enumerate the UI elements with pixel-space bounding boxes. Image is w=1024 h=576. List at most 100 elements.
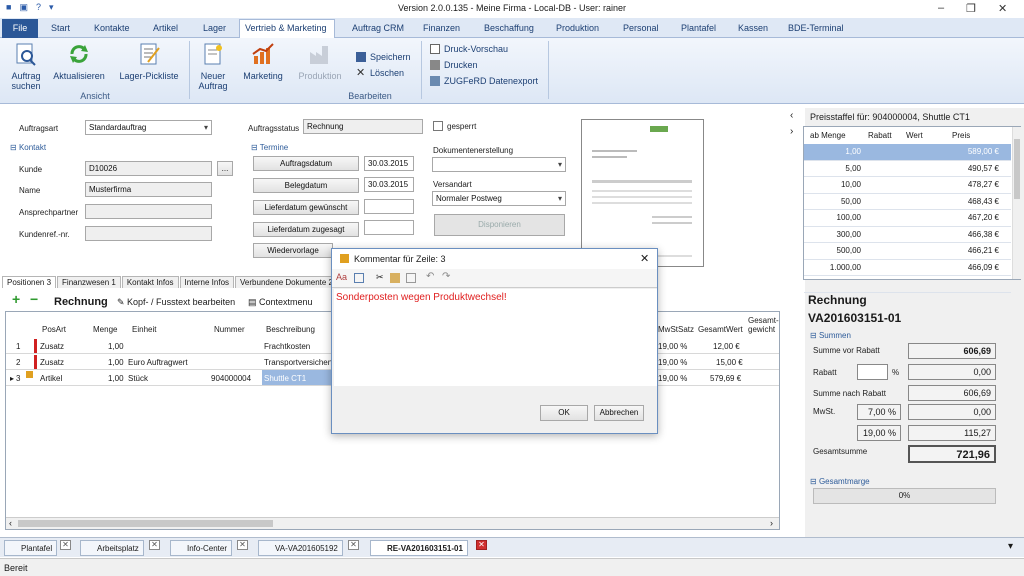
cell-preis[interactable]: 466,21 € <box>968 246 999 255</box>
cell-gesamtwert[interactable]: 12,00 € <box>713 342 740 351</box>
cell-posart[interactable]: Zusatz <box>40 358 64 367</box>
aktualisieren-button[interactable]: Aktualisieren <box>51 42 107 81</box>
cell-ab-menge[interactable]: 1.000,00 <box>830 263 861 272</box>
col-header-nummer[interactable]: Nummer <box>214 325 245 334</box>
close-icon[interactable]: ✕ <box>476 540 487 550</box>
versandart-combo[interactable]: Normaler Postweg ▾ <box>432 191 566 206</box>
menu-vertrieb-marketing[interactable]: Vertrieb & Marketing <box>245 23 327 33</box>
menu-personal[interactable]: Personal <box>623 23 659 33</box>
edit-icon[interactable] <box>354 273 364 283</box>
table-row[interactable] <box>804 276 1011 293</box>
scroll-right-icon[interactable]: › <box>770 518 773 528</box>
table-row[interactable]: 1.000,00 466,09 € <box>804 260 1011 276</box>
speichern-button[interactable]: Speichern <box>356 52 411 62</box>
rabatt-percent-input[interactable] <box>857 364 888 380</box>
expand-right-icon[interactable]: › <box>790 126 793 137</box>
menu-lager[interactable]: Lager <box>203 23 226 33</box>
cut-icon[interactable]: ✂ <box>376 272 384 283</box>
auftrag-suchen-button[interactable]: Auftrag suchen <box>6 42 46 91</box>
paste-icon[interactable] <box>390 273 400 283</box>
undo-icon[interactable]: ↶ <box>426 271 434 282</box>
cell-preis[interactable]: 589,00 € <box>968 147 999 156</box>
ansprechpartner-field[interactable] <box>85 204 212 219</box>
cell-preis[interactable]: 468,43 € <box>968 197 999 206</box>
close-icon[interactable]: ✕ <box>149 540 160 550</box>
tab-menu-icon[interactable]: ▾ <box>1008 541 1013 552</box>
redo-icon[interactable]: ↷ <box>442 271 450 282</box>
disponieren-button[interactable]: Disponieren <box>434 214 565 236</box>
table-row[interactable]: 300,00 466,38 € <box>804 227 1011 243</box>
cell-einheit[interactable]: Euro Auftragwert <box>128 358 188 367</box>
cell-einheit[interactable]: Stück <box>128 374 148 383</box>
gesperrt-checkbox[interactable] <box>433 121 443 131</box>
lager-pickliste-button[interactable]: Lager-Pickliste <box>115 42 183 81</box>
table-row[interactable]: 10,00 478,27 € <box>804 177 1011 194</box>
cell-menge[interactable]: 1,00 <box>108 358 124 367</box>
contextmenu-button[interactable]: ▤ Contextmenu <box>248 297 313 308</box>
comment-textarea[interactable]: Sonderposten wegen Produktwechsel! <box>334 289 657 386</box>
menu-beschaffung[interactable]: Beschaffung <box>484 23 534 33</box>
ok-button[interactable]: OK <box>540 405 588 421</box>
cell-ab-menge[interactable]: 300,00 <box>837 230 861 239</box>
cell-preis[interactable]: 478,27 € <box>968 180 999 189</box>
cell-preis[interactable]: 466,09 € <box>968 263 999 272</box>
col-header-rabatt[interactable]: Rabatt <box>868 131 892 140</box>
collapse-left-icon[interactable]: ‹ <box>790 110 793 121</box>
doc-tab-va[interactable]: VA-VA201605192 <box>258 540 343 556</box>
scroll-left-icon[interactable]: ‹ <box>9 518 12 528</box>
tab-positionen[interactable]: Positionen 3 <box>2 276 57 288</box>
col-header-gesamtgewicht[interactable]: Gesamt-gewicht <box>748 316 780 334</box>
cell-preis[interactable]: 466,38 € <box>968 230 999 239</box>
name-field[interactable]: Musterfirma <box>85 182 212 197</box>
neuer-auftrag-button[interactable]: Neuer Auftrag <box>194 42 232 91</box>
auftragsdatum-field[interactable]: 30.03.2015 <box>364 156 414 171</box>
kunde-field[interactable]: D10026 <box>85 161 212 176</box>
cell-gesamtwert[interactable]: 579,69 € <box>710 374 741 383</box>
col-header-mwstsatz[interactable]: MwStSatz <box>658 325 694 334</box>
col-header-wert[interactable]: Wert <box>906 131 923 140</box>
close-icon[interactable]: ✕ <box>348 540 359 550</box>
menu-produktion[interactable]: Produktion <box>556 23 599 33</box>
add-row-icon[interactable]: + <box>12 292 20 306</box>
col-header-beschreibung[interactable]: Beschreibung <box>266 325 315 334</box>
menu-auftrag-crm[interactable]: Auftrag CRM <box>352 23 404 33</box>
menu-artikel[interactable]: Artikel <box>153 23 178 33</box>
drucken-button[interactable]: Drucken <box>430 60 478 70</box>
cell-beschreibung[interactable]: Transportversichen <box>264 358 332 367</box>
cell-preis[interactable]: 490,57 € <box>968 164 999 173</box>
menu-kontakte[interactable]: Kontakte <box>94 23 130 33</box>
menu-start[interactable]: Start <box>51 23 70 33</box>
doc-tab-plantafel[interactable]: Plantafel <box>4 540 58 556</box>
cell-ab-menge[interactable]: 100,00 <box>837 213 861 222</box>
menu-bde-terminal[interactable]: BDE-Terminal <box>788 23 844 33</box>
zugferd-export-button[interactable]: ZUGFeRD Datenexport <box>430 76 538 86</box>
kopf-fusstext-button[interactable]: ✎ Kopf- / Fusstext bearbeiten <box>117 297 235 308</box>
close-icon[interactable]: ✕ <box>998 2 1007 15</box>
col-header-ab-menge[interactable]: ab Menge <box>810 131 846 140</box>
vertical-scrollbar[interactable] <box>1012 127 1021 279</box>
col-header-einheit[interactable]: Einheit <box>132 325 156 334</box>
auftragsart-combo[interactable]: Standardauftrag ▾ <box>85 120 212 135</box>
scrollbar-thumb[interactable] <box>18 520 273 527</box>
lieferdatum-zugesagt-button[interactable]: Lieferdatum zugesagt <box>253 222 359 237</box>
col-header-preis[interactable]: Preis <box>952 131 970 140</box>
font-icon[interactable]: Aa <box>336 272 347 282</box>
cell-mwst[interactable]: 19,00 % <box>658 358 687 367</box>
lieferdatum-zugesagt-field[interactable] <box>364 220 414 235</box>
cell-beschreibung[interactable]: Shuttle CT1 <box>264 374 306 383</box>
cell-ab-menge[interactable]: 10,00 <box>841 180 861 189</box>
table-row[interactable]: 1,00 589,00 € <box>804 144 1011 161</box>
horizontal-scrollbar[interactable]: ‹ › <box>6 517 779 529</box>
marketing-button[interactable]: Marketing <box>240 42 286 81</box>
wiedervorlage-button[interactable]: Wiedervorlage <box>253 243 333 258</box>
cell-mwst[interactable]: 19,00 % <box>658 374 687 383</box>
maximize-icon[interactable]: ❐ <box>966 2 976 15</box>
cell-ab-menge[interactable]: 1,00 <box>845 147 861 156</box>
menu-kassen[interactable]: Kassen <box>738 23 768 33</box>
cell-preis[interactable]: 467,20 € <box>968 213 999 222</box>
doc-tab-re-active[interactable]: RE-VA201603151-01 <box>370 540 468 556</box>
table-row[interactable]: 100,00 467,20 € <box>804 210 1011 227</box>
tab-kontakt-infos[interactable]: Kontakt Infos <box>121 276 179 288</box>
menu-file[interactable]: File <box>2 19 38 38</box>
cell-ab-menge[interactable]: 50,00 <box>841 197 861 206</box>
